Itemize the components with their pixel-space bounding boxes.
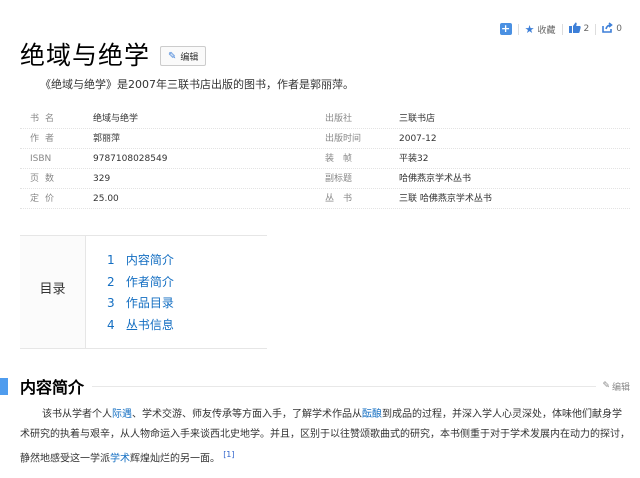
like-count: 2 — [583, 24, 590, 34]
section-edit-button[interactable]: ✎ 编辑 — [602, 380, 630, 393]
link-jiyu[interactable]: 际遇 — [112, 409, 132, 420]
info-value: 平装32 — [399, 154, 429, 164]
link-yunniang[interactable]: 酝酿 — [362, 409, 382, 420]
section-title: 内容简介 — [20, 378, 85, 397]
info-value: 2007-12 — [399, 134, 437, 144]
info-value: 329 — [93, 174, 111, 184]
edit-label: 编辑 — [180, 52, 199, 63]
info-value: 绝域与绝学 — [93, 114, 139, 124]
info-name: 作者 — [30, 134, 61, 144]
divider — [92, 385, 597, 387]
info-name: 定价 — [30, 194, 61, 204]
title-row: 绝域与绝学 ✎ 编辑 — [20, 36, 207, 72]
pencil-icon: ✎ — [168, 50, 177, 62]
section-paragraph: 该书从学者个人际遇、学术交游、师友传承等方面入手，了解学术作品从酝酿到成品的过程… — [20, 409, 630, 465]
link-xueshu[interactable]: 学术 — [110, 453, 130, 464]
reference-link[interactable]: [1] — [223, 450, 234, 459]
page-actions: + ★ 收藏 2 0 — [494, 22, 628, 36]
info-value: 9787108028549 — [93, 154, 168, 164]
toc-item-summary[interactable]: 1 内容简介 — [107, 250, 174, 272]
info-value: 三联 哈佛燕京学术丛书 — [399, 194, 492, 204]
info-name: ISBN — [30, 154, 52, 164]
info-value: 郭丽萍 — [93, 134, 121, 144]
info-value: 三联书店 — [399, 114, 436, 124]
info-name: 页数 — [30, 174, 61, 184]
collect-button[interactable]: ★ 收藏 — [519, 23, 562, 36]
toc-list: 1 内容简介 2 作者简介 3 作品目录 4 丛书信息 — [86, 236, 174, 348]
pencil-icon: ✎ — [602, 381, 610, 391]
info-row: 书名 绝域与绝学 出版社 三联书店 — [20, 109, 630, 129]
toc-heading: 目录 — [20, 236, 86, 348]
summary-text: 《绝域与绝学》是2007年三联书店出版的图书，作者是郭丽萍。 — [40, 78, 354, 91]
info-row: 作者 郭丽萍 出版时间 2007-12 — [20, 129, 630, 149]
infobox: 书名 绝域与绝学 出版社 三联书店 作者 郭丽萍 出版时间 2007-12 IS… — [20, 109, 630, 209]
page-title: 绝域与绝学 — [20, 41, 151, 70]
info-name: 出版社 — [325, 114, 353, 124]
add-button[interactable]: + — [494, 23, 518, 35]
like-button[interactable]: 2 — [563, 22, 596, 36]
info-name: 装 帧 — [325, 154, 353, 164]
section-edit-label: 编辑 — [611, 382, 630, 393]
collect-label: 收藏 — [537, 25, 556, 36]
info-row: 定价 25.00 丛 书 三联 哈佛燕京学术丛书 — [20, 189, 630, 209]
share-button[interactable]: 0 — [596, 22, 628, 36]
info-row: 页数 329 副标题 哈佛燕京学术丛书 — [20, 169, 630, 189]
info-name: 书名 — [30, 114, 61, 124]
plus-icon: + — [499, 22, 512, 35]
section-header: 内容简介 ✎ 编辑 — [0, 375, 640, 397]
table-of-contents: 目录 1 内容简介 2 作者简介 3 作品目录 4 丛书信息 — [20, 235, 267, 349]
info-name: 出版时间 — [325, 134, 362, 144]
share-count: 0 — [616, 24, 622, 34]
info-row: ISBN 9787108028549 装 帧 平装32 — [20, 149, 630, 169]
edit-button[interactable]: ✎ 编辑 — [160, 46, 207, 66]
share-icon — [602, 22, 614, 36]
info-value: 25.00 — [93, 194, 119, 204]
toc-item-contents[interactable]: 3 作品目录 — [107, 293, 174, 315]
info-name: 丛 书 — [325, 194, 353, 204]
info-value: 哈佛燕京学术丛书 — [399, 174, 472, 184]
info-name: 副标题 — [325, 174, 353, 184]
toc-item-author[interactable]: 2 作者简介 — [107, 272, 174, 294]
section-marker — [0, 377, 8, 395]
thumbs-up-icon — [568, 22, 581, 36]
star-icon: ★ — [524, 22, 535, 36]
toc-item-series[interactable]: 4 丛书信息 — [107, 315, 174, 337]
